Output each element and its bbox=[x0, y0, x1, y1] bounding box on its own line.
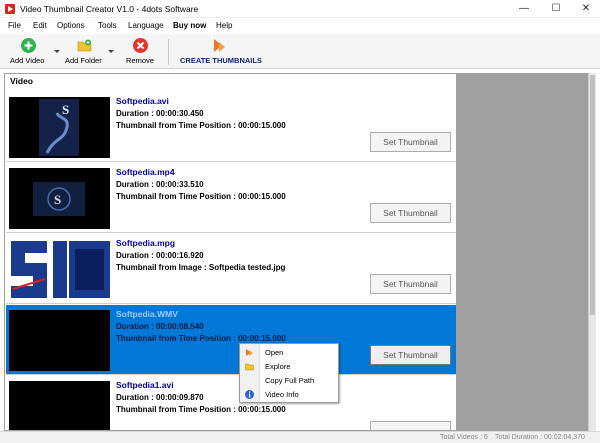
toolbar: Add Video Add Folder Remove CREATE THUMB… bbox=[0, 34, 600, 69]
remove-button[interactable]: Remove bbox=[120, 36, 160, 67]
set-thumbnail-button[interactable]: Set Thumbnail bbox=[370, 274, 451, 294]
set-thumbnail-button[interactable]: Set Thumbnail bbox=[370, 203, 451, 223]
info-icon bbox=[245, 390, 254, 399]
video-thumbnail-source: Thumbnail from Time Position : 00:00:15.… bbox=[116, 334, 286, 343]
remove-label: Remove bbox=[126, 56, 154, 65]
svg-text:S: S bbox=[62, 102, 69, 117]
add-folder-dropdown-icon[interactable] bbox=[108, 50, 114, 53]
video-name[interactable]: Softpedia.mpg bbox=[116, 238, 175, 248]
context-menu-label: Explore bbox=[265, 362, 291, 371]
status-total-videos: Total Videos : 6 bbox=[440, 434, 488, 441]
context-menu-item-copy-full-path[interactable]: Copy Full Path bbox=[240, 373, 338, 387]
toolbar-divider bbox=[168, 39, 169, 65]
video-name[interactable]: Softpedia.avi bbox=[116, 96, 169, 106]
video-duration: Duration : 00:00:09.870 bbox=[116, 393, 204, 402]
add-icon bbox=[21, 38, 36, 53]
video-row-selected[interactable]: Softpedia.WMV Duration : 00:00:08.540 Th… bbox=[6, 305, 456, 375]
svg-text:S: S bbox=[54, 192, 61, 207]
folder-add-icon bbox=[77, 38, 92, 53]
close-button[interactable]: ✕ bbox=[570, 0, 600, 18]
video-thumbnail bbox=[9, 310, 110, 371]
create-thumbnails-label: CREATE THUMBNAILS bbox=[180, 56, 262, 65]
context-menu-label: Video Info bbox=[265, 390, 299, 399]
create-thumbnails-icon bbox=[212, 38, 227, 53]
video-thumbnail: S bbox=[9, 168, 110, 229]
video-row[interactable]: S Softpedia.avi Duration : 00:00:30.450 … bbox=[6, 92, 456, 162]
context-menu-item-explore[interactable]: Explore bbox=[240, 359, 338, 373]
set-thumbnail-button[interactable]: Set Thumbnail bbox=[370, 345, 451, 365]
video-duration: Duration : 00:00:16.920 bbox=[116, 251, 204, 260]
menu-file[interactable]: File bbox=[8, 21, 21, 30]
video-thumbnail-source: Thumbnail from Time Position : 00:00:15.… bbox=[116, 192, 286, 201]
add-folder-button[interactable]: Add Folder bbox=[62, 36, 110, 67]
menu-tools[interactable]: Tools bbox=[98, 21, 117, 30]
context-menu-label: Open bbox=[265, 348, 284, 357]
video-name[interactable]: Softpedia.WMV bbox=[116, 309, 178, 319]
minimize-button[interactable]: — bbox=[508, 0, 540, 18]
video-list-panel: Video S Softpedia.avi Duration : 00:00:3… bbox=[4, 73, 457, 431]
video-row[interactable]: S Softpedia.mp4 Duration : 00:00:33.510 … bbox=[6, 163, 456, 233]
maximize-button[interactable]: ☐ bbox=[540, 0, 572, 18]
menu-bar: File Edit Options Tools Language Buy now… bbox=[0, 18, 600, 34]
video-duration: Duration : 00:00:08.540 bbox=[116, 322, 204, 331]
video-thumbnail bbox=[9, 239, 110, 300]
open-icon bbox=[245, 348, 254, 357]
status-bar: Total Videos : 6 Total Duration : 00:02:… bbox=[0, 431, 600, 443]
video-name[interactable]: Softpedia1.avi bbox=[116, 380, 174, 390]
menu-edit[interactable]: Edit bbox=[33, 21, 47, 30]
video-thumbnail: S bbox=[9, 97, 110, 158]
video-thumbnail-source: Thumbnail from Image : Softpedia tested.… bbox=[116, 263, 286, 272]
add-video-label: Add Video bbox=[10, 56, 45, 65]
app-icon bbox=[5, 4, 15, 14]
set-thumbnail-button[interactable]: Set Thumbnail bbox=[370, 132, 451, 152]
window-title: Video Thumbnail Creator V1.0 - 4dots Sof… bbox=[20, 4, 199, 14]
video-column-header: Video bbox=[10, 76, 33, 86]
video-row[interactable]: Softpedia.mpg Duration : 00:00:16.920 Th… bbox=[6, 234, 456, 304]
scrollbar-thumb[interactable] bbox=[590, 75, 595, 315]
preview-area bbox=[457, 73, 588, 431]
remove-icon bbox=[133, 38, 148, 53]
vertical-scrollbar[interactable] bbox=[588, 73, 596, 431]
menu-help[interactable]: Help bbox=[216, 21, 232, 30]
video-thumbnail bbox=[9, 381, 110, 430]
add-folder-label: Add Folder bbox=[65, 56, 102, 65]
context-menu-item-open[interactable]: Open bbox=[240, 345, 338, 359]
status-total-duration: Total Duration : 00:02:04.370 bbox=[495, 434, 585, 441]
folder-icon bbox=[245, 362, 254, 371]
create-thumbnails-button[interactable]: CREATE THUMBNAILS bbox=[178, 36, 262, 67]
menu-buy-now[interactable]: Buy now bbox=[173, 21, 206, 30]
menu-language[interactable]: Language bbox=[128, 21, 164, 30]
video-row[interactable]: Softpedia1.avi Duration : 00:00:09.870 T… bbox=[6, 376, 456, 430]
context-menu-item-video-info[interactable]: Video Info bbox=[240, 387, 338, 401]
title-bar: Video Thumbnail Creator V1.0 - 4dots Sof… bbox=[0, 0, 600, 18]
menu-options[interactable]: Options bbox=[57, 21, 85, 30]
add-video-dropdown-icon[interactable] bbox=[54, 50, 60, 53]
video-duration: Duration : 00:00:33.510 bbox=[116, 180, 204, 189]
video-thumbnail-source: Thumbnail from Time Position : 00:00:15.… bbox=[116, 405, 286, 414]
context-menu: Open Explore Copy Full Path Video Info bbox=[239, 343, 339, 403]
add-video-button[interactable]: Add Video bbox=[6, 36, 52, 67]
video-duration: Duration : 00:00:30.450 bbox=[116, 109, 204, 118]
video-name[interactable]: Softpedia.mp4 bbox=[116, 167, 175, 177]
context-menu-label: Copy Full Path bbox=[265, 376, 315, 385]
video-thumbnail-source: Thumbnail from Time Position : 00:00:15.… bbox=[116, 121, 286, 130]
set-thumbnail-button-partial[interactable] bbox=[370, 421, 451, 430]
